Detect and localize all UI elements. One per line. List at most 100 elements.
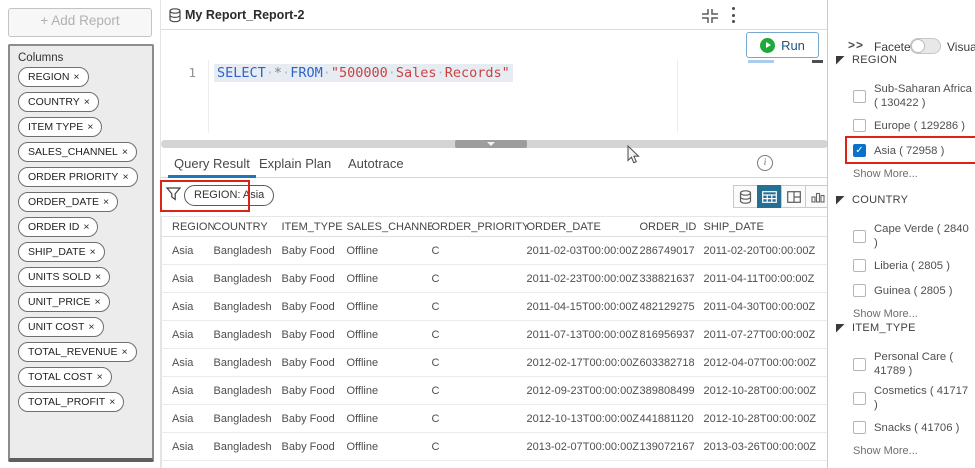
facet-item-cape-verde-2840[interactable]: Cape Verde ( 2840 ) (853, 222, 975, 250)
run-button-label: Run (781, 37, 805, 53)
column-pill-total-profit[interactable]: TOTAL_PROFIT × (18, 392, 125, 412)
pane-splitter (161, 140, 828, 148)
column-pill-total-revenue[interactable]: TOTAL_REVENUE × (18, 342, 137, 362)
facet-item-sub-saharan-africa-130422[interactable]: Sub-Saharan Africa ( 130422 ) (853, 82, 975, 110)
sql-code-line[interactable]: SELECT·*·FROM·"500000·Sales·Records" (214, 64, 513, 82)
facet-section-header-item-type[interactable]: ITEM_TYPE (828, 322, 975, 334)
remove-column-icon[interactable]: × (83, 221, 89, 233)
checkbox-unchecked[interactable] (853, 89, 866, 103)
cell-order_priority: C (431, 404, 527, 433)
table-row[interactable]: Asia Bangladesh Baby Food Offline C 2013-02-0… (161, 432, 829, 461)
column-header-order_priority[interactable]: ORDER_PRIORITY (431, 216, 527, 237)
column-pill-label: ITEM TYPE (28, 121, 84, 133)
column-pill-ship-date[interactable]: SHIP_DATE × (18, 242, 105, 262)
sql-editor[interactable]: 1 SELECT·*·FROM·"500000·Sales·Records" (161, 60, 828, 140)
column-header-region[interactable]: REGION (161, 216, 214, 237)
run-button[interactable]: Run (746, 32, 819, 58)
facet-item-guinea-2805[interactable]: Guinea ( 2805 ) (853, 281, 975, 300)
checkbox-unchecked[interactable] (853, 357, 866, 371)
table-row[interactable]: Asia Bangladesh Baby Food Offline C 2012-09-2… (161, 376, 829, 405)
remove-column-icon[interactable]: × (103, 196, 109, 208)
split-view-button[interactable] (781, 185, 806, 208)
facet-item-list-item-type: Personal Care ( 41789 ) Cosmetics ( 41717… (853, 350, 975, 437)
column-pill-unit-price[interactable]: UNIT_PRICE × (18, 292, 110, 312)
column-pill-order-id[interactable]: ORDER ID × (18, 217, 99, 237)
facet-item-snacks-41706[interactable]: Snacks ( 41706 ) (853, 418, 975, 437)
facet-section-region: REGION Sub-Saharan Africa ( 130422 ) Europ… (828, 54, 975, 180)
cell-country: Bangladesh (213, 348, 282, 377)
checkbox-unchecked[interactable] (853, 421, 866, 435)
column-pill-unit-cost[interactable]: UNIT COST × (18, 317, 104, 337)
cell-item_type: Baby Food (281, 460, 347, 468)
column-header-order_id[interactable]: ORDER_ID (639, 216, 704, 237)
show-more-link-region[interactable]: Show More... (853, 168, 975, 180)
table-row[interactable]: AsiaBangladeshBaby FoodOfflineC2013-03-2… (161, 460, 829, 468)
table-row[interactable]: Asia Bangladesh Baby Food Offline C 2012-10-1… (161, 404, 829, 433)
remove-column-icon[interactable]: × (122, 146, 128, 158)
collapse-editor-icon[interactable] (701, 8, 719, 24)
facet-item-liberia-2805[interactable]: Liberia ( 2805 ) (853, 256, 975, 275)
remove-column-icon[interactable]: × (94, 296, 100, 308)
checkbox-checked[interactable]: ✓ (853, 144, 866, 158)
column-pill-sales-channel[interactable]: SALES_CHANNEL × (18, 142, 138, 162)
facet-item-europe-129286[interactable]: Europe ( 129286 ) (853, 116, 975, 135)
tab-autotrace[interactable]: Autotrace (348, 156, 404, 171)
faceted-visual-toggle[interactable] (910, 38, 941, 54)
remove-column-icon[interactable]: × (109, 396, 115, 408)
table-row[interactable]: Asia Bangladesh Baby Food Offline C 2011-02-0… (161, 236, 829, 265)
column-pill-order-date[interactable]: ORDER_DATE × (18, 192, 119, 212)
splitter-drag-handle[interactable] (455, 140, 527, 148)
remove-column-icon[interactable]: × (97, 371, 103, 383)
data-view-button[interactable] (733, 185, 758, 208)
column-pill-item-type[interactable]: ITEM TYPE × (18, 117, 103, 137)
tab-explain-plan[interactable]: Explain Plan (259, 156, 331, 171)
table-row[interactable]: Asia Bangladesh Baby Food Offline C 2011-04-1… (161, 292, 829, 321)
table-row[interactable]: Asia Bangladesh Baby Food Offline C 2011-02-2… (161, 264, 829, 293)
checkbox-unchecked[interactable] (853, 229, 866, 243)
collapse-panel-icon[interactable]: >> (848, 38, 864, 52)
checkbox-unchecked[interactable] (853, 391, 866, 405)
table-row[interactable]: Asia Bangladesh Baby Food Offline C 2012-02-1… (161, 348, 829, 377)
remove-column-icon[interactable]: × (121, 346, 127, 358)
editor-scrollbar-thumb[interactable] (812, 60, 823, 63)
facet-item-cosmetics-41717[interactable]: Cosmetics ( 41717 ) (853, 384, 975, 412)
column-header-item_type[interactable]: ITEM_TYPE (281, 216, 347, 237)
cell-country: Bangladesh (213, 320, 282, 349)
facet-item-asia-72958[interactable]: ✓ Asia ( 72958 ) (845, 136, 975, 165)
show-more-link-country[interactable]: Show More... (853, 308, 975, 320)
facet-item-personal-care-41789[interactable]: Personal Care ( 41789 ) (853, 350, 975, 378)
column-pill-country[interactable]: COUNTRY × (18, 92, 99, 112)
column-pill-region[interactable]: REGION × (18, 67, 89, 87)
column-header-sales_channel[interactable]: SALES_CHANNEL (346, 216, 432, 237)
query-result-table: REGION COUNTRY ITEM_TYPE SALES_CHANNEL ORDER… (161, 216, 829, 468)
table-row[interactable]: Asia Bangladesh Baby Food Offline C 2011-07-1… (161, 320, 829, 349)
remove-column-icon[interactable]: × (90, 246, 96, 258)
remove-column-icon[interactable]: × (88, 321, 94, 333)
column-pill-units-sold[interactable]: UNITS SOLD × (18, 267, 111, 287)
remove-column-icon[interactable]: × (73, 71, 79, 83)
tab-query-result[interactable]: Query Result (168, 156, 256, 178)
column-header-order_date[interactable]: ORDER_DATE (526, 216, 640, 237)
info-icon[interactable]: i (757, 155, 773, 171)
remove-column-icon[interactable]: × (122, 171, 128, 183)
add-report-button[interactable]: + Add Report (8, 8, 152, 37)
checkbox-unchecked[interactable] (853, 119, 866, 133)
column-header-ship_date[interactable]: SHIP_DATE (703, 216, 829, 237)
checkbox-unchecked[interactable] (853, 284, 866, 298)
column-pill-order-priority[interactable]: ORDER PRIORITY × (18, 167, 138, 187)
grid-view-button[interactable] (757, 185, 782, 208)
column-pill-total-cost[interactable]: TOTAL COST × (18, 367, 112, 387)
remove-column-icon[interactable]: × (95, 271, 101, 283)
facet-section-header-region[interactable]: REGION (828, 54, 975, 66)
remove-column-icon[interactable]: × (87, 121, 93, 133)
checkbox-unchecked[interactable] (853, 259, 866, 273)
facet-section-header-country[interactable]: COUNTRY (828, 194, 975, 206)
cell-ship_date: 2011-07-27T00:00:00Z (703, 320, 829, 349)
remove-column-icon[interactable]: × (84, 96, 90, 108)
column-header-country[interactable]: COUNTRY (213, 216, 282, 237)
kebab-menu-icon[interactable] (727, 6, 739, 24)
filter-chip-region-asia[interactable]: REGION: Asia (184, 185, 275, 206)
cell-ship_date: 2011-02-20T00:00:00Z (703, 236, 829, 265)
show-more-link-item-type[interactable]: Show More... (853, 445, 975, 457)
cell-country: Bangladesh (213, 460, 282, 468)
